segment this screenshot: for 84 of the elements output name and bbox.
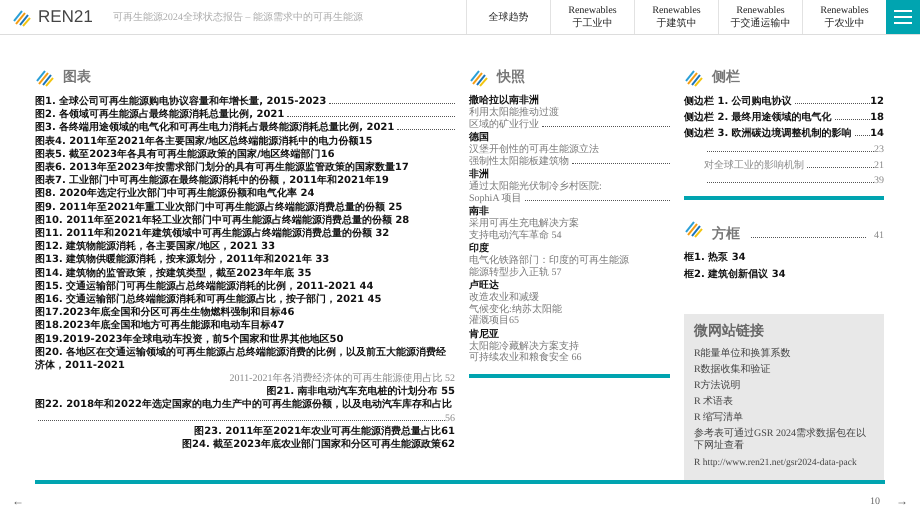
snapshot-link[interactable]: 太阳能冷藏解决方案支持 (469, 340, 579, 352)
page-number: 41 (874, 230, 884, 241)
page-number: 23 (874, 144, 884, 155)
figure-link[interactable]: 图2. 各领域可再生能源占最终能源消耗总量比例, 2021 (35, 108, 284, 122)
menu-icon (894, 10, 912, 24)
sidebar-subtitle: 对全球工业的影响机制 (704, 158, 804, 172)
previous-page-button[interactable]: ← (8, 492, 28, 510)
figure-subtitle: 2011-2021年各消费经济体的可再生能源使用占比 52 (230, 372, 455, 385)
figure-link[interactable]: 图24. 截至2023年底农业部门国家和分区可再生能源政策62 (182, 438, 455, 452)
panel-title: 微网站链接 (694, 322, 765, 340)
figure-link[interactable]: 图8. 2020年选定行业次部门中可再生能源份额和电气化率 24 (35, 187, 314, 201)
figure-link[interactable]: 图10. 2011年至2021年轻工业次部门中可再生能源占终端能源消费总量的份额 28 (35, 214, 410, 228)
region-heading: 德国 (469, 132, 490, 144)
region-heading: 非洲 (469, 169, 490, 180)
section-heading: 侧栏 (712, 68, 740, 86)
page-number: 14 (870, 128, 884, 140)
figure-link[interactable]: 图18.2023年底全国和地方可再生能源和电动车目标47 (35, 319, 284, 333)
snapshot-link[interactable]: 利用太阳能推动过渡 (469, 107, 559, 118)
report-title: 可再生能源2024全球状态报告 – 能源需求中的可再生能源 (112, 10, 363, 24)
figure-link[interactable]: 图1. 全球公司可再生能源购电协议容量和年增长量, 2015-2023 (35, 95, 326, 108)
sidebar-link[interactable]: 侧边栏 2. 最终用途领域的电气化 (684, 111, 832, 124)
page-number: 12 (870, 96, 884, 107)
figure-link[interactable]: 图表5. 截至2023年各具有可再生能源政策的国家/地区终端部门16 (35, 148, 335, 162)
figure-link[interactable]: 图22. 2018年和2022年选定国家的电力生产中的可再生能源份额，以及电动汽车库存和占比 (35, 398, 452, 412)
snapshot-link[interactable]: 采用可再生充电解决方案 (469, 218, 579, 230)
figure-link[interactable]: 图表4. 2011年至2021年各主要国家/地区总终端能源消耗中的电力份额15 (35, 134, 372, 148)
section-heading: 快照 (497, 68, 525, 86)
page-number: 18 (870, 112, 884, 124)
nav-link[interactable]: 全球趋势 (466, 0, 550, 34)
resource-link[interactable]: R 术语表 (694, 394, 874, 408)
page-number: 21 (874, 160, 884, 171)
brand-name: REN21 (38, 7, 93, 27)
figure-link[interactable]: 图20. 各地区在交通运输领域的可再生能源占总终端能源消费的比例，以及前五大能源消费经济体，2011-2021 (35, 346, 455, 372)
figure-link[interactable]: 图14. 建筑物的监管政策，按建筑类型，截至2023年年底 35 (35, 266, 312, 280)
box-link[interactable]: 框1. 热泵 34 (684, 250, 884, 264)
figure-link[interactable]: 图21. 南非电动汽车充电桩的计划分布 55 (266, 385, 455, 398)
next-page-button[interactable]: → (892, 492, 912, 510)
box-link[interactable]: 框2. 建筑创新倡议 34 (684, 268, 884, 282)
snapshot-link[interactable]: SophiA 项目 (469, 192, 522, 204)
figure-link[interactable]: 图15. 交通运输部门可再生能源占总终端能源消耗的比例，2011-2021 44 (35, 280, 374, 294)
nav-link[interactable]: Renewables 于交通运输中 (718, 0, 802, 34)
note-text: 参考表可通过GSR 2024需求数据包在以下网址查看 (694, 428, 867, 452)
region-heading: 卢旺达 (469, 280, 500, 292)
snapshot-link[interactable]: 能源转型步入正轨 57 (469, 266, 562, 278)
figure-link[interactable]: 图16. 交通运输部门总终端能源消耗和可再生能源占比，按子部门，2021 45 (35, 293, 382, 306)
figure-link[interactable]: 图表7. 工业部门中可再生能源在最终能源消耗中的份额，2011年和2021年19 (35, 174, 389, 188)
nav-link[interactable]: Renewables 于工业中 (550, 0, 634, 34)
figure-link[interactable]: 图19.2019-2023年全球电动车投资，前5个国家和世界其他地区50 (35, 332, 344, 346)
resource-link[interactable]: R数据收集和验证 (694, 362, 874, 376)
page-number: 39 (874, 174, 884, 186)
snapshot-link[interactable]: 区域的矿业行业 (469, 118, 539, 130)
snapshot-link[interactable]: 强制性太阳能板建筑物 (469, 156, 569, 167)
nav-link[interactable]: Renewables 于建筑中 (634, 0, 718, 34)
sidebar-link[interactable]: 侧边栏 1. 公司购电协议 (684, 95, 792, 108)
section-heading: 图表 (63, 68, 91, 86)
figure-link[interactable]: 图表6. 2013年至2023年按需求部门划分的具有可再生能源监管政策的国家数量17 (35, 161, 409, 174)
region-heading: 印度 (469, 243, 490, 254)
figure-link[interactable]: 图13. 建筑物供暖能源消耗，按来源划分，2011年和2021年 33 (35, 253, 330, 267)
url-link[interactable]: R http://www.ren21.net/gsr2024-data-pack (694, 458, 874, 468)
region-heading: 南非 (469, 206, 490, 218)
region-heading: 撒哈拉以南非洲 (469, 95, 540, 106)
menu-button[interactable] (886, 0, 920, 34)
snapshot-link[interactable]: 电气化铁路部门：印度的可再生能源 (469, 255, 629, 266)
snapshot-link[interactable]: 汉堡开创性的可再生能源立法 (469, 144, 599, 156)
resource-link[interactable]: R 缩写清单 (694, 410, 874, 424)
figure-link[interactable]: 图3. 各终端用途领域的电气化和可再生电力消耗占最终能源消耗总量比例, 2021 (35, 121, 394, 135)
resource-link[interactable]: R能量单位和换算系数 (694, 346, 874, 360)
snapshot-link[interactable]: 改造农业和减缓 (469, 292, 539, 304)
snapshot-link[interactable]: 灌溉项目65 (469, 315, 519, 326)
snapshot-link[interactable]: 可持续农业和粮食安全 66 (469, 352, 582, 364)
sidebar-link[interactable]: 侧边栏 3. 欧洲碳边境调整机制的影响 (684, 127, 852, 141)
figure-link[interactable]: 图17.2023年底全国和分区可再生生物燃料强制和目标46 (35, 306, 294, 320)
figure-link[interactable]: 图9. 2011年至2021年重工业次部门中可再生能源占终端能源消费总量的份额 25 (35, 200, 402, 214)
snapshot-link[interactable]: 气候变化:纳苏太阳能 (469, 304, 562, 315)
section-heading: 方框 (712, 224, 740, 243)
region-heading: 肯尼亚 (469, 328, 500, 340)
resource-link[interactable]: R方法说明 (694, 378, 874, 392)
snapshot-link[interactable]: 通过太阳能光伏制冷乡村医院: (469, 181, 602, 192)
page-number: 56 (445, 412, 455, 425)
figure-link[interactable]: 图23. 2011年至2021年农业可再生能源消费总量占比61 (194, 424, 455, 438)
figure-link[interactable]: 图11. 2011年和2021年建筑领域中可再生能源占终端能源消费总量的份额 32 (35, 227, 390, 240)
page-number: 10 (870, 496, 880, 506)
figure-link[interactable]: 图12. 建筑物能源消耗，各主要国家/地区，2021 33 (35, 240, 276, 254)
snapshot-link[interactable]: 支持电动汽车革命 54 (469, 230, 562, 241)
